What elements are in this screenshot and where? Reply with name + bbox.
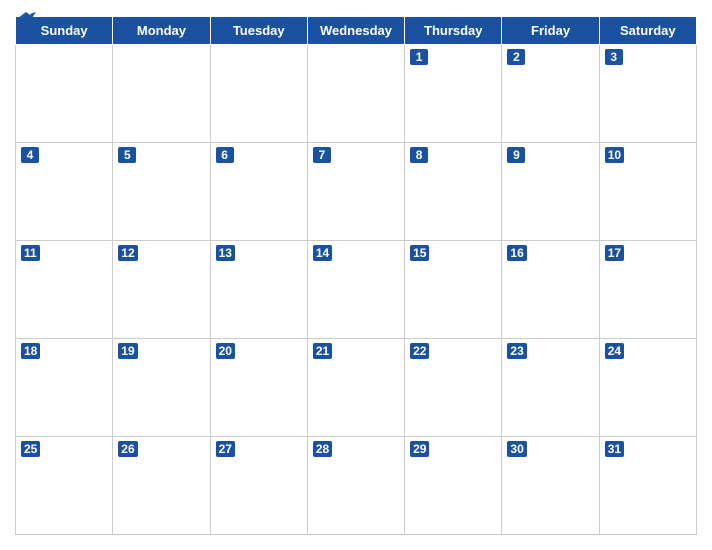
day-number: 31 — [605, 441, 624, 457]
day-header-thursday: Thursday — [405, 17, 502, 45]
day-number: 18 — [21, 343, 40, 359]
day-number: 26 — [118, 441, 137, 457]
calendar-cell: 13 — [210, 241, 307, 339]
calendar-cell: 25 — [16, 437, 113, 535]
calendar-cell: 31 — [599, 437, 696, 535]
calendar-cell: 19 — [113, 339, 210, 437]
day-header-monday: Monday — [113, 17, 210, 45]
calendar-cell: 16 — [502, 241, 599, 339]
day-number: 5 — [118, 147, 136, 163]
day-number: 20 — [216, 343, 235, 359]
calendar-cell: 24 — [599, 339, 696, 437]
calendar-cell: 1 — [405, 45, 502, 143]
calendar-cell: 12 — [113, 241, 210, 339]
day-number: 22 — [410, 343, 429, 359]
calendar-week-row: 4 5 6 7 8 9 10 — [16, 143, 697, 241]
day-header-friday: Friday — [502, 17, 599, 45]
calendar-cell — [113, 45, 210, 143]
day-number: 12 — [118, 245, 137, 261]
calendar-cell: 30 — [502, 437, 599, 535]
logo — [15, 10, 36, 30]
calendar-cell: 6 — [210, 143, 307, 241]
calendar-cell: 7 — [307, 143, 404, 241]
logo-bird-icon — [16, 10, 36, 30]
calendar-cell: 18 — [16, 339, 113, 437]
calendar-week-row: 11 12 13 14 15 16 17 — [16, 241, 697, 339]
calendar-cell: 28 — [307, 437, 404, 535]
calendar-week-row: 25 26 27 28 29 30 31 — [16, 437, 697, 535]
calendar-cell — [307, 45, 404, 143]
calendar-cell: 26 — [113, 437, 210, 535]
calendar-cell: 14 — [307, 241, 404, 339]
day-number: 29 — [410, 441, 429, 457]
day-number: 3 — [605, 49, 623, 65]
day-number: 25 — [21, 441, 40, 457]
calendar-cell: 2 — [502, 45, 599, 143]
day-number: 23 — [507, 343, 526, 359]
day-header-saturday: Saturday — [599, 17, 696, 45]
day-header-tuesday: Tuesday — [210, 17, 307, 45]
day-number: 16 — [507, 245, 526, 261]
calendar-cell: 17 — [599, 241, 696, 339]
day-number: 17 — [605, 245, 624, 261]
calendar-cell: 20 — [210, 339, 307, 437]
calendar-cell: 3 — [599, 45, 696, 143]
day-number: 21 — [313, 343, 332, 359]
day-number: 7 — [313, 147, 331, 163]
calendar-cell: 29 — [405, 437, 502, 535]
day-number: 27 — [216, 441, 235, 457]
day-header-wednesday: Wednesday — [307, 17, 404, 45]
calendar-cell: 15 — [405, 241, 502, 339]
calendar-cell — [16, 45, 113, 143]
calendar-body: 1234567891011121314151617181920212223242… — [16, 45, 697, 535]
day-number: 11 — [21, 245, 40, 261]
day-number: 13 — [216, 245, 235, 261]
calendar-week-row: 18 19 20 21 22 23 24 — [16, 339, 697, 437]
calendar-cell: 27 — [210, 437, 307, 535]
day-number: 9 — [507, 147, 525, 163]
day-number: 8 — [410, 147, 428, 163]
calendar-cell: 8 — [405, 143, 502, 241]
calendar-cell: 11 — [16, 241, 113, 339]
day-number: 6 — [216, 147, 234, 163]
day-number: 19 — [118, 343, 137, 359]
day-number: 30 — [507, 441, 526, 457]
calendar-week-row: 1 2 3 — [16, 45, 697, 143]
calendar-table: SundayMondayTuesdayWednesdayThursdayFrid… — [15, 16, 697, 535]
day-number: 15 — [410, 245, 429, 261]
calendar-cell — [210, 45, 307, 143]
day-number: 4 — [21, 147, 39, 163]
day-number: 10 — [605, 147, 624, 163]
calendar-cell: 10 — [599, 143, 696, 241]
calendar-cell: 4 — [16, 143, 113, 241]
calendar-cell: 9 — [502, 143, 599, 241]
calendar-cell: 5 — [113, 143, 210, 241]
day-number: 2 — [507, 49, 525, 65]
calendar-cell: 23 — [502, 339, 599, 437]
day-number: 1 — [410, 49, 428, 65]
day-number: 24 — [605, 343, 624, 359]
days-header: SundayMondayTuesdayWednesdayThursdayFrid… — [16, 17, 697, 45]
day-number: 14 — [313, 245, 332, 261]
day-number: 28 — [313, 441, 332, 457]
calendar-cell: 22 — [405, 339, 502, 437]
calendar-cell: 21 — [307, 339, 404, 437]
